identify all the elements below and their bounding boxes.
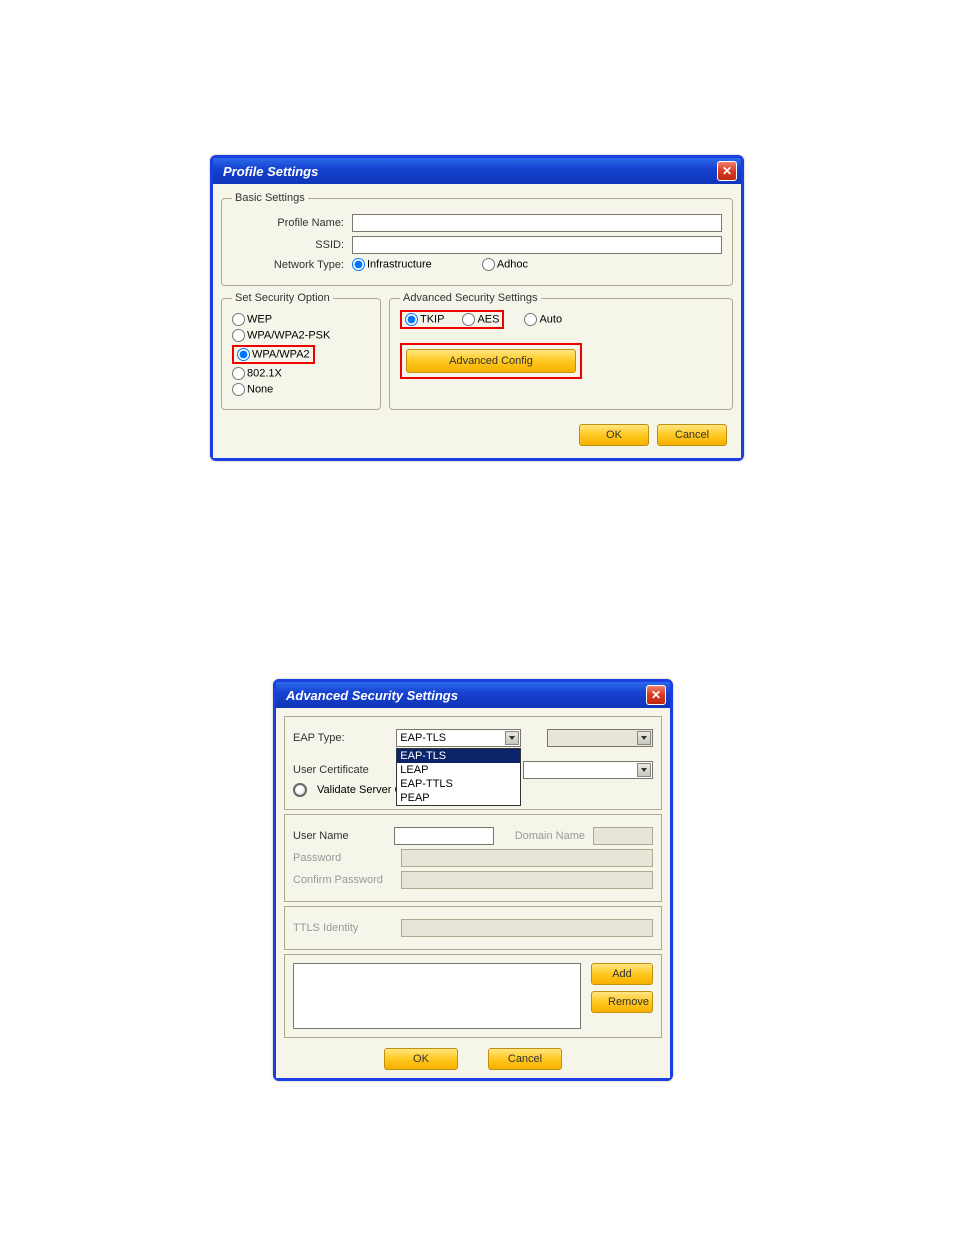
remove-button[interactable]: Remove — [591, 991, 653, 1013]
eap-option[interactable]: EAP-TTLS — [397, 777, 520, 791]
title-bar[interactable]: Advanced Security Settings ✕ — [276, 682, 670, 708]
adhoc-radio[interactable]: Adhoc — [482, 258, 528, 271]
ttls-identity-input — [401, 919, 653, 937]
aes-radio[interactable]: AES — [462, 313, 499, 326]
chevron-down-icon — [637, 731, 651, 745]
tkip-radio[interactable]: TKIP — [405, 313, 444, 326]
advanced-security-fieldset: Advanced Security Settings TKIP AES Auto… — [389, 292, 733, 410]
dialog-title: Advanced Security Settings — [286, 688, 458, 703]
basic-legend: Basic Settings — [232, 192, 308, 204]
ssid-input[interactable] — [352, 236, 722, 254]
ok-button[interactable]: OK — [579, 424, 649, 446]
advanced-config-button[interactable]: Advanced Config — [406, 349, 576, 373]
confirm-password-input — [401, 871, 653, 889]
basic-settings-fieldset: Basic Settings Profile Name: SSID: Netwo… — [221, 192, 733, 286]
eap-option[interactable]: EAP-TLS — [397, 749, 520, 763]
wep-radio[interactable]: WEP — [232, 313, 272, 326]
dialog-body: EAP Type: EAP-TLS EAP-TLS LEAP EAP-TTLS … — [276, 708, 670, 1078]
wpa-psk-radio[interactable]: WPA/WPA2-PSK — [232, 329, 330, 342]
network-type-label: Network Type: — [232, 259, 352, 271]
user-certificate-label: User Certificate — [293, 764, 393, 776]
eap-type-combo[interactable]: EAP-TLS EAP-TLS LEAP EAP-TTLS PEAP — [396, 729, 521, 747]
auto-radio[interactable]: Auto — [524, 313, 562, 326]
eap-option[interactable]: PEAP — [397, 791, 520, 805]
add-button[interactable]: Add — [591, 963, 653, 985]
profile-settings-dialog: Profile Settings ✕ Basic Settings Profil… — [210, 155, 744, 461]
password-input — [401, 849, 653, 867]
eap-option[interactable]: LEAP — [397, 763, 520, 777]
advanced-legend: Advanced Security Settings — [400, 292, 541, 304]
cancel-button[interactable]: Cancel — [657, 424, 727, 446]
dot1x-radio[interactable]: 802.1X — [232, 367, 282, 380]
advanced-config-highlight: Advanced Config — [400, 343, 582, 379]
security-option-fieldset: Set Security Option WEP WPA/WPA2-PSK WPA… — [221, 292, 381, 410]
advanced-security-dialog: Advanced Security Settings ✕ EAP Type: E… — [273, 679, 673, 1081]
confirm-password-label: Confirm Password — [293, 874, 393, 886]
eap-type-label: EAP Type: — [293, 732, 388, 744]
ttls-panel: TTLS Identity — [284, 906, 662, 950]
dialog-body: Basic Settings Profile Name: SSID: Netwo… — [213, 184, 741, 458]
password-label: Password — [293, 852, 393, 864]
tunnel-combo — [547, 729, 653, 747]
infrastructure-radio[interactable]: Infrastructure — [352, 258, 432, 271]
username-label: User Name — [293, 830, 386, 842]
ok-button[interactable]: OK — [384, 1048, 458, 1070]
user-certificate-combo[interactable] — [523, 761, 653, 779]
validate-server-radio-icon[interactable] — [293, 783, 307, 797]
eap-type-dropdown: EAP-TLS LEAP EAP-TTLS PEAP — [396, 748, 521, 806]
cancel-button[interactable]: Cancel — [488, 1048, 562, 1070]
chevron-down-icon[interactable] — [505, 731, 519, 745]
server-list-panel: Add Remove — [284, 954, 662, 1038]
profile-name-input[interactable] — [352, 214, 722, 232]
security-legend: Set Security Option — [232, 292, 333, 304]
ttls-identity-label: TTLS Identity — [293, 922, 393, 934]
wpa-radio-highlight: WPA/WPA2 — [232, 345, 315, 364]
chevron-down-icon[interactable] — [637, 763, 651, 777]
none-radio[interactable]: None — [232, 383, 273, 396]
ssid-label: SSID: — [232, 239, 352, 251]
server-listbox[interactable] — [293, 963, 581, 1029]
eap-panel: EAP Type: EAP-TLS EAP-TLS LEAP EAP-TTLS … — [284, 716, 662, 810]
wpa-radio[interactable]: WPA/WPA2 — [237, 348, 310, 361]
title-bar[interactable]: Profile Settings ✕ — [213, 158, 741, 184]
close-icon[interactable]: ✕ — [717, 161, 737, 181]
profile-name-label: Profile Name: — [232, 217, 352, 229]
cipher-highlight: TKIP AES — [400, 310, 504, 329]
dialog-title: Profile Settings — [223, 164, 318, 179]
domain-input — [593, 827, 653, 845]
domain-label: Domain Name — [502, 830, 585, 842]
username-input[interactable] — [394, 827, 494, 845]
credentials-panel: User Name Domain Name Password Confirm P… — [284, 814, 662, 902]
close-icon[interactable]: ✕ — [646, 685, 666, 705]
